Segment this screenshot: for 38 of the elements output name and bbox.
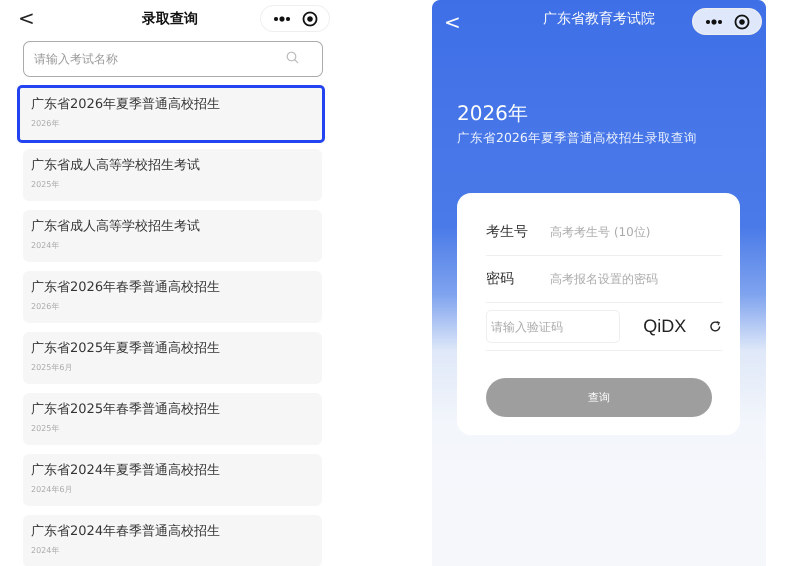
exam-date: 2026年 bbox=[31, 118, 60, 129]
exam-title: 广东省2024年春季普通高校招生 bbox=[31, 522, 222, 540]
subtitle: 广东省2026年夏季普通高校招生录取查询 bbox=[457, 130, 698, 147]
refresh-icon[interactable] bbox=[709, 320, 722, 333]
exam-date: 2026年 bbox=[31, 301, 60, 312]
exam-item[interactable]: 广东省2024年春季普通高校招生 2024年 bbox=[23, 515, 322, 566]
exam-item[interactable]: 广东省2025年春季普通高校招生 2025年 bbox=[23, 393, 322, 445]
exam-item[interactable]: 广东省2026年夏季普通高校招生 2026年 bbox=[20, 88, 322, 140]
field-label: 密码 bbox=[486, 270, 515, 288]
exam-title: 广东省2025年夏季普通高校招生 bbox=[31, 340, 222, 357]
year-heading: 2026年 bbox=[457, 100, 529, 127]
exam-item[interactable]: 广东省2025年夏季普通高校招生 2025年6月 bbox=[23, 332, 322, 384]
captcha-image[interactable]: QiDX bbox=[626, 314, 704, 338]
exam-date: 2024年6月 bbox=[31, 484, 74, 495]
exam-title: 广东省2026年春季普通高校招生 bbox=[31, 278, 222, 296]
exam-date: 2025年6月 bbox=[31, 362, 74, 373]
back-button[interactable]: < bbox=[444, 10, 461, 34]
exam-item[interactable]: 广东省成人高等学校招生考试 2025年 bbox=[23, 149, 322, 201]
back-button[interactable]: < bbox=[18, 6, 35, 30]
exam-date: 2025年 bbox=[31, 423, 60, 434]
exam-title: 广东省2024年夏季普通高校招生 bbox=[31, 462, 222, 479]
page-title: 广东省教育考试院 bbox=[543, 10, 655, 28]
exam-title: 广东省2025年春季普通高校招生 bbox=[31, 400, 222, 418]
exam-date: 2024年 bbox=[31, 545, 60, 556]
exam-item[interactable]: 广东省2026年春季普通高校招生 2026年 bbox=[23, 271, 322, 323]
captcha-field[interactable]: 请输入验证码 bbox=[486, 310, 620, 343]
exam-date: 2025年 bbox=[31, 179, 60, 190]
exam-item[interactable]: 广东省成人高等学校招生考试 2024年 bbox=[23, 210, 322, 262]
field-label: 考生号 bbox=[486, 223, 529, 241]
search-field[interactable]: 请输入考试名称 bbox=[23, 41, 323, 77]
exam-date: 2024年 bbox=[31, 240, 60, 251]
exam-item[interactable]: 广东省2024年夏季普通高校招生 2024年6月 bbox=[23, 454, 322, 506]
exam-title: 广东省2026年夏季普通高校招生 bbox=[31, 96, 222, 113]
page-title: 录取查询 bbox=[142, 10, 198, 28]
more-icon[interactable] bbox=[704, 18, 722, 24]
exam-title: 广东省成人高等学校招生考试 bbox=[31, 157, 201, 174]
exam-title: 广东省成人高等学校招生考试 bbox=[31, 218, 201, 235]
more-icon[interactable] bbox=[272, 16, 290, 22]
